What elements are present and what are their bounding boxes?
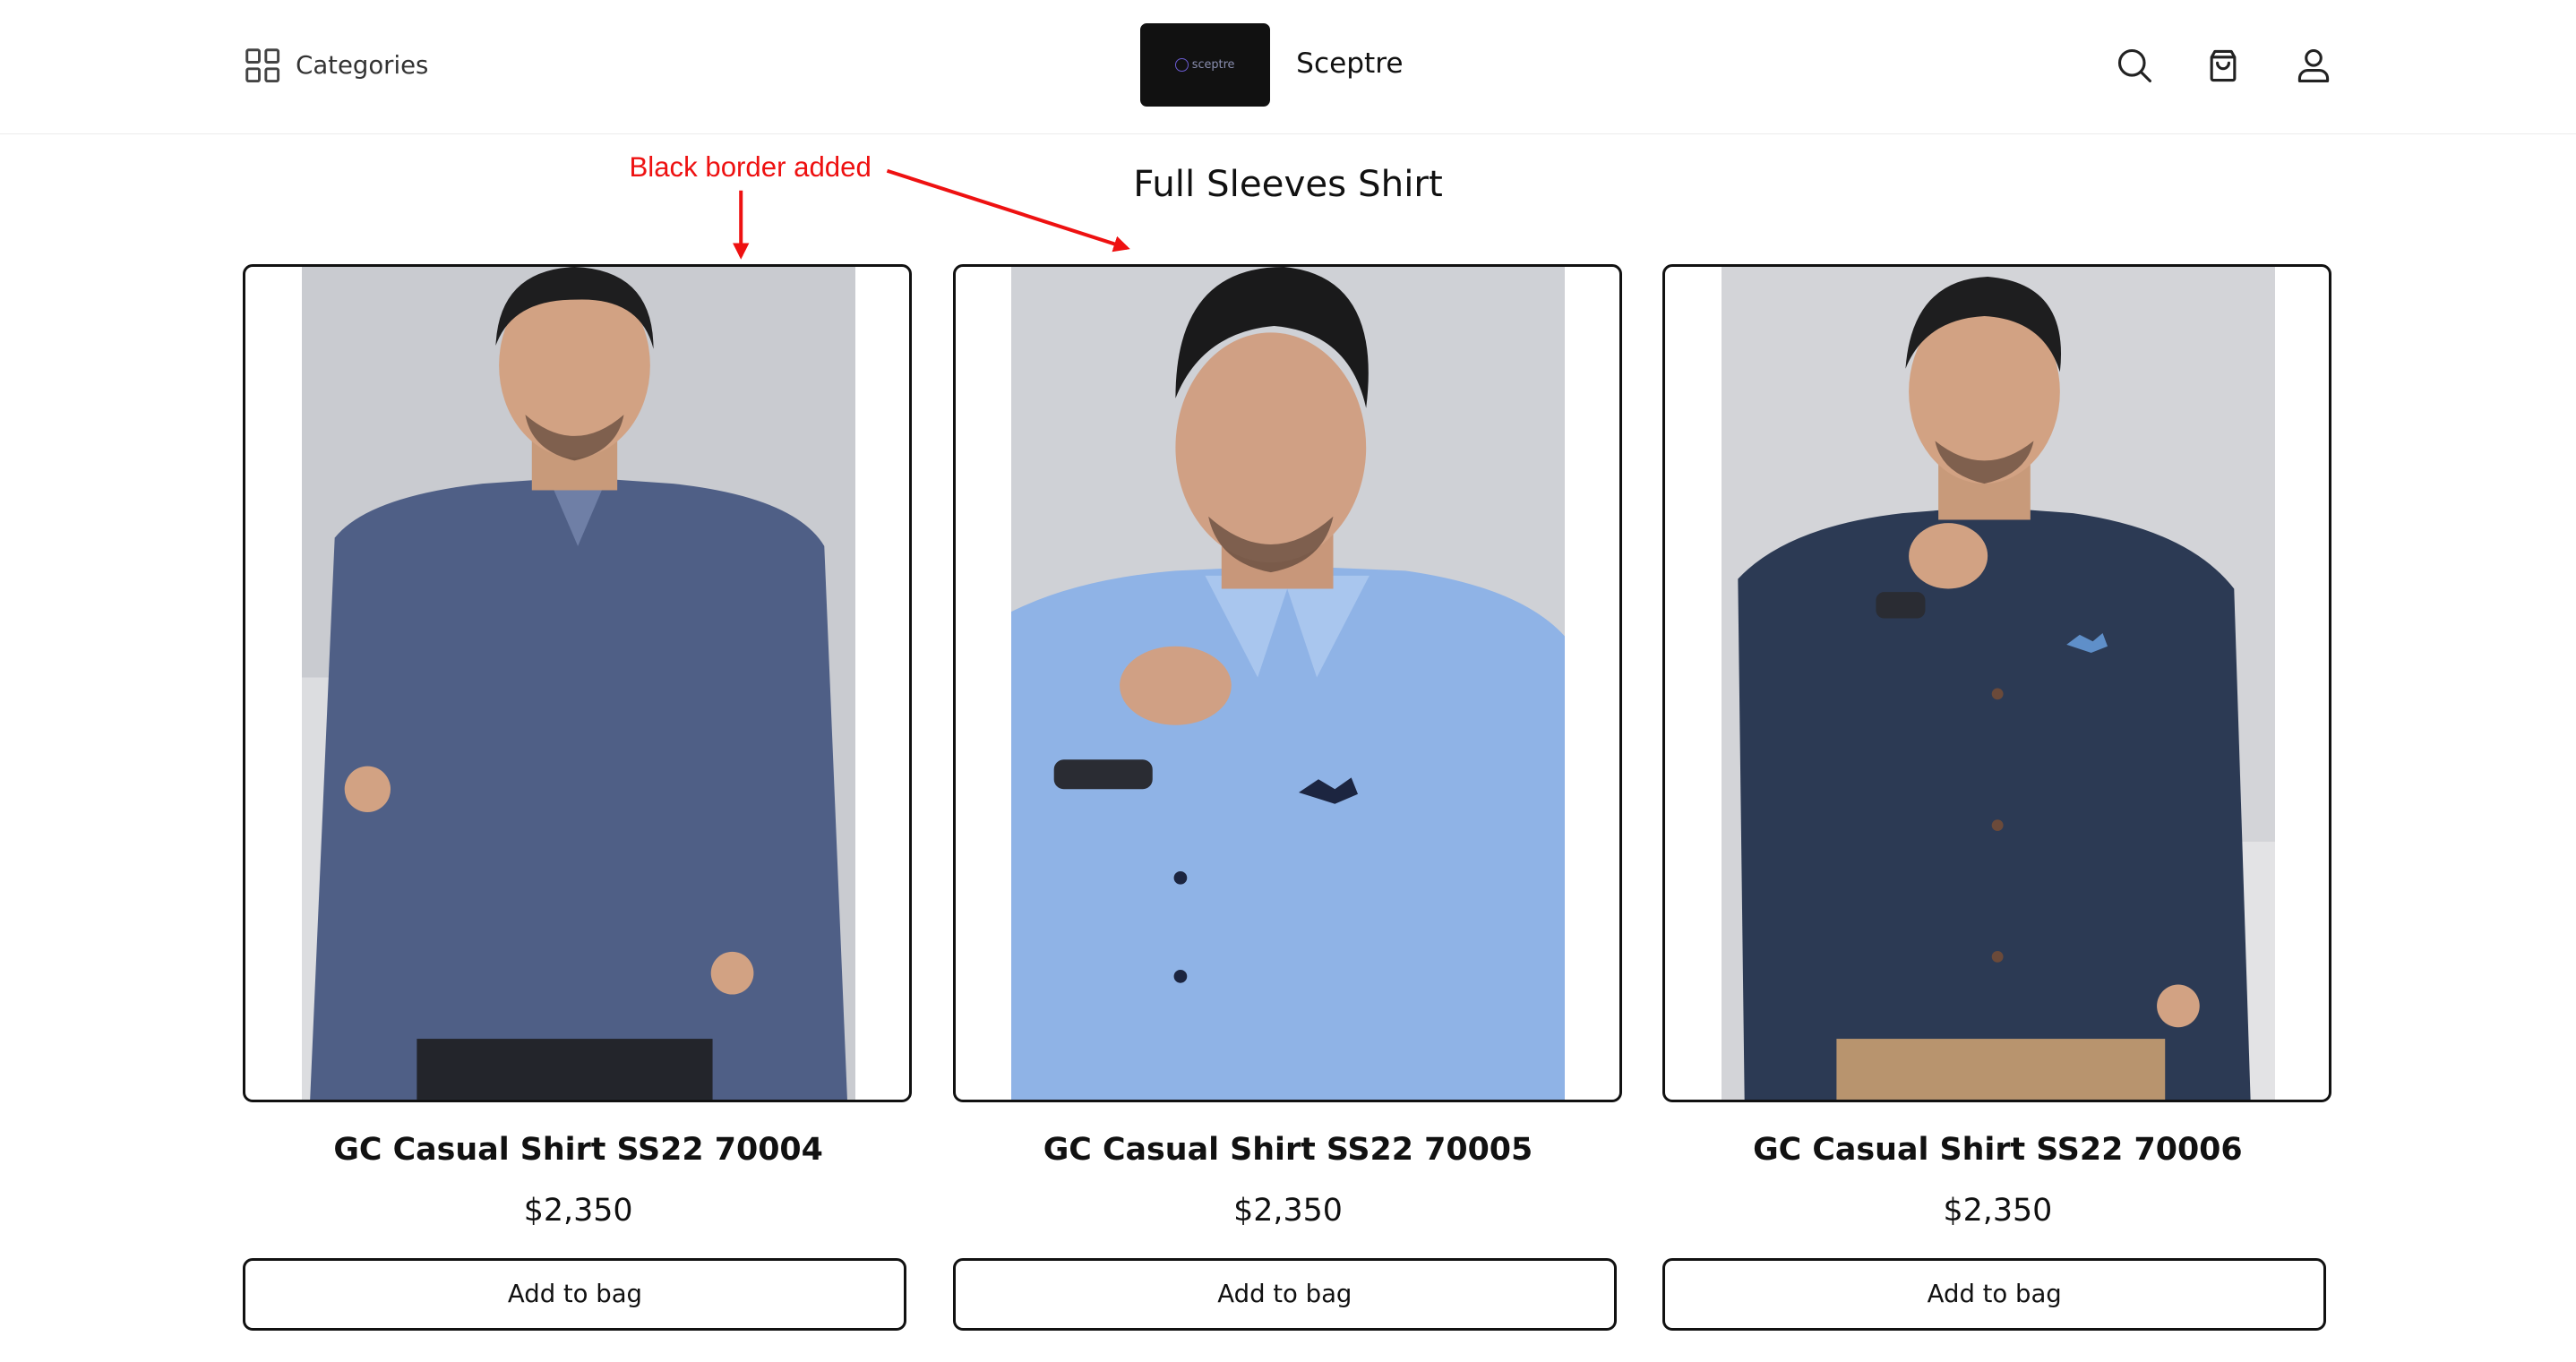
brand-name[interactable]: Sceptre	[1296, 47, 1403, 80]
bag-icon	[2210, 50, 2237, 82]
product-photo	[301, 267, 855, 1101]
site-header: Categories sceptre Sceptre	[0, 0, 2576, 134]
grid-icon	[245, 48, 280, 83]
product-image-frame[interactable]	[952, 264, 1622, 1103]
product-card[interactable]: GC Casual Shirt SS22 70006 $2,350 Add to…	[1662, 264, 2332, 1331]
product-photo	[1721, 267, 2275, 1101]
product-photo	[1011, 267, 1566, 1101]
cart-button[interactable]	[2203, 46, 2243, 85]
add-to-bag-button[interactable]: Add to bag	[952, 1257, 1617, 1331]
categories-label: Categories	[296, 51, 429, 81]
product-image-frame[interactable]	[243, 264, 913, 1103]
product-price: $2,350	[523, 1192, 633, 1229]
product-price: $2,350	[1943, 1192, 2053, 1229]
search-button[interactable]	[2115, 46, 2154, 85]
site-logo[interactable]: sceptre	[1139, 22, 1270, 107]
product-price: $2,350	[1233, 1192, 1343, 1229]
logo-wordmark: sceptre	[1175, 58, 1234, 72]
product-card[interactable]: GC Casual Shirt SS22 70004 $2,350 Add to…	[243, 264, 913, 1331]
product-image-frame[interactable]	[1662, 264, 2332, 1103]
add-to-bag-button[interactable]: Add to bag	[243, 1257, 907, 1331]
page-title: Full Sleeves Shirt	[1133, 162, 1443, 205]
categories-menu[interactable]: Categories	[245, 46, 428, 85]
add-to-bag-button[interactable]: Add to bag	[1662, 1257, 2327, 1331]
logo-text: sceptre	[1191, 57, 1235, 72]
product-name[interactable]: GC Casual Shirt SS22 70006	[1662, 1132, 2332, 1168]
logo-mark-icon	[1175, 58, 1189, 72]
user-icon	[2297, 49, 2329, 83]
search-icon	[2117, 49, 2151, 83]
product-name[interactable]: GC Casual Shirt SS22 70005	[953, 1132, 1623, 1168]
product-card[interactable]: GC Casual Shirt SS22 70005 $2,350 Add to…	[952, 264, 1623, 1331]
product-name[interactable]: GC Casual Shirt SS22 70004	[243, 1132, 913, 1168]
account-button[interactable]	[2294, 46, 2333, 85]
annotation-label: Black border added	[629, 150, 872, 183]
